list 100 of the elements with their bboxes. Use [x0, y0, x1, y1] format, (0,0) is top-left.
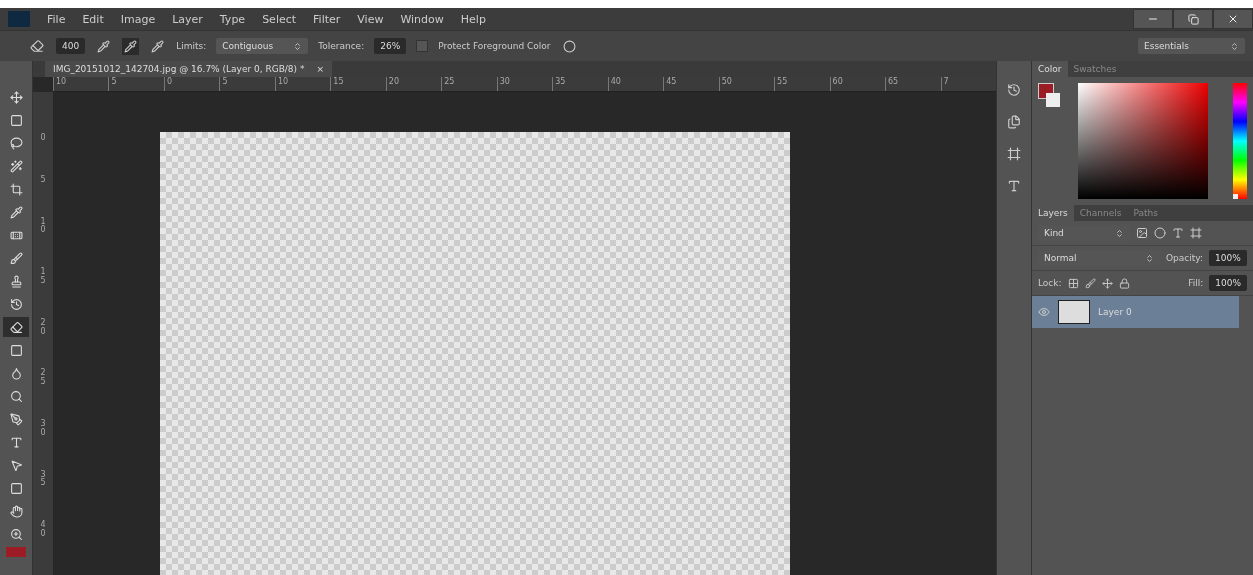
limits-dropdown[interactable]: Contiguous — [216, 38, 309, 54]
sampling-button[interactable] — [122, 37, 140, 55]
ruler-label: 15 — [40, 268, 46, 286]
checkbox[interactable] — [416, 40, 429, 52]
ruler-label: 60 — [829, 77, 886, 91]
hue-slider[interactable] — [1233, 83, 1247, 199]
eraser-icon — [30, 39, 44, 53]
ruler-label: 50 — [718, 77, 775, 91]
ruler-label: 25 — [40, 369, 46, 387]
menu-item[interactable]: View — [357, 12, 384, 26]
history-brush-icon — [9, 297, 23, 311]
app-logo — [8, 11, 30, 27]
fill-field[interactable]: 100% — [1209, 275, 1247, 291]
tolerance-label: Tolerance: — [318, 41, 365, 51]
tab-close-button[interactable]: × — [316, 64, 324, 74]
ruler-label: 10 — [274, 77, 331, 91]
opacity-label: Opacity: — [1166, 253, 1203, 263]
brush-size-picker[interactable]: 400 — [56, 38, 86, 54]
pen-icon — [9, 412, 23, 426]
ruler-label: 25 — [441, 77, 497, 91]
lasso-icon — [9, 136, 23, 150]
foreground-swatch[interactable] — [6, 547, 26, 557]
layers-button[interactable] — [1005, 113, 1023, 131]
eyedropper-icon — [9, 205, 23, 219]
menu-item[interactable]: Type — [219, 12, 246, 26]
restore-icon — [1187, 13, 1199, 25]
color-picker-field[interactable] — [1078, 83, 1208, 199]
crop-icon — [9, 182, 23, 196]
ruler-label: 5 — [40, 175, 46, 185]
type-filter-icon[interactable] — [1172, 227, 1184, 239]
eyedropper-icon — [97, 39, 111, 53]
menu-item[interactable]: Window — [400, 12, 444, 26]
lock-icon[interactable] — [1118, 277, 1130, 289]
move-icon[interactable] — [1101, 277, 1113, 289]
menu-item[interactable]: Select — [262, 12, 297, 26]
eyedropper-icon — [151, 39, 165, 53]
layer-thumbnail — [1058, 300, 1090, 324]
ruler-label: 45 — [663, 77, 719, 91]
background-color-swatch[interactable] — [1046, 93, 1060, 107]
menu-item[interactable]: Filter — [313, 12, 341, 26]
ruler-label: 0 — [40, 134, 46, 143]
ruler-label: 65 — [885, 77, 941, 91]
move-icon — [9, 90, 23, 104]
image-filter-icon[interactable] — [1136, 227, 1148, 239]
ruler-label: 30 — [496, 77, 553, 91]
tolerance-field[interactable]: 26% — [374, 38, 407, 54]
pressure-button[interactable] — [560, 37, 578, 55]
shape-filter-icon[interactable] — [1190, 227, 1202, 239]
panel-tab[interactable]: Layers — [1032, 205, 1074, 221]
panel-tab[interactable]: Color — [1032, 61, 1068, 77]
opacity-field[interactable]: 100% — [1209, 250, 1247, 266]
marquee-icon — [9, 113, 23, 127]
ruler-label: 20 — [385, 77, 442, 91]
magnifier-icon — [9, 389, 23, 403]
ruler-label: 40 — [607, 77, 664, 91]
checkbox-label: Protect Foreground Color — [438, 41, 551, 51]
sampling-button[interactable] — [149, 37, 167, 55]
wand-icon — [9, 159, 23, 173]
ruler-label: 35 — [40, 470, 46, 489]
eraser-tool-button[interactable] — [28, 37, 46, 55]
tool-button[interactable] — [3, 317, 29, 337]
slider-thumb[interactable] — [1233, 194, 1238, 199]
rectangle-icon — [9, 481, 23, 495]
menu-item[interactable]: File — [47, 12, 66, 26]
menu-item[interactable]: Edit — [82, 12, 104, 26]
history-icon — [1007, 83, 1021, 97]
document-tab[interactable]: IMG_20151012_142704.jpg @ 16.7% (Layer 0, RGB/8) * × — [45, 61, 332, 77]
restore-button[interactable] — [1173, 9, 1213, 29]
pages-icon — [1007, 115, 1021, 129]
menu-item[interactable]: Layer — [172, 12, 203, 26]
sampling-button[interactable] — [95, 37, 113, 55]
close-icon — [1227, 13, 1239, 25]
fill-label: Fill: — [1188, 278, 1204, 288]
ruler-label: 20 — [40, 318, 46, 337]
layer-name: Layer 0 — [1098, 307, 1132, 317]
eraser-icon — [9, 320, 23, 334]
ruler-label: 15 — [330, 77, 386, 91]
menu-item[interactable]: Help — [460, 12, 486, 26]
lock-label: Lock: — [1038, 278, 1062, 288]
stepper-icon — [1145, 253, 1154, 263]
ruler-label: 40 — [40, 521, 46, 539]
history-button[interactable] — [1005, 81, 1023, 99]
type-icon — [1007, 179, 1021, 193]
lock-pixels-icon[interactable] — [1067, 277, 1079, 289]
type-icon — [9, 435, 23, 449]
menu-item[interactable]: Image — [120, 12, 156, 26]
brush-icon — [9, 251, 23, 265]
stepper-icon — [1230, 41, 1239, 51]
ruler-label: 10 — [53, 77, 109, 91]
stepper-icon — [1115, 228, 1124, 238]
ruler-label: 55 — [774, 77, 830, 91]
brush-icon[interactable] — [1084, 277, 1096, 289]
stepper-icon — [293, 41, 303, 51]
zoom-icon — [9, 527, 23, 541]
workspace-dropdown[interactable]: Essentials — [1138, 38, 1245, 54]
ruler-label: 7 — [940, 77, 996, 91]
ruler-label: 5 — [219, 77, 275, 91]
circle-icon — [562, 39, 576, 53]
adjustment-filter-icon[interactable] — [1154, 227, 1166, 239]
pointer-icon — [9, 458, 23, 472]
